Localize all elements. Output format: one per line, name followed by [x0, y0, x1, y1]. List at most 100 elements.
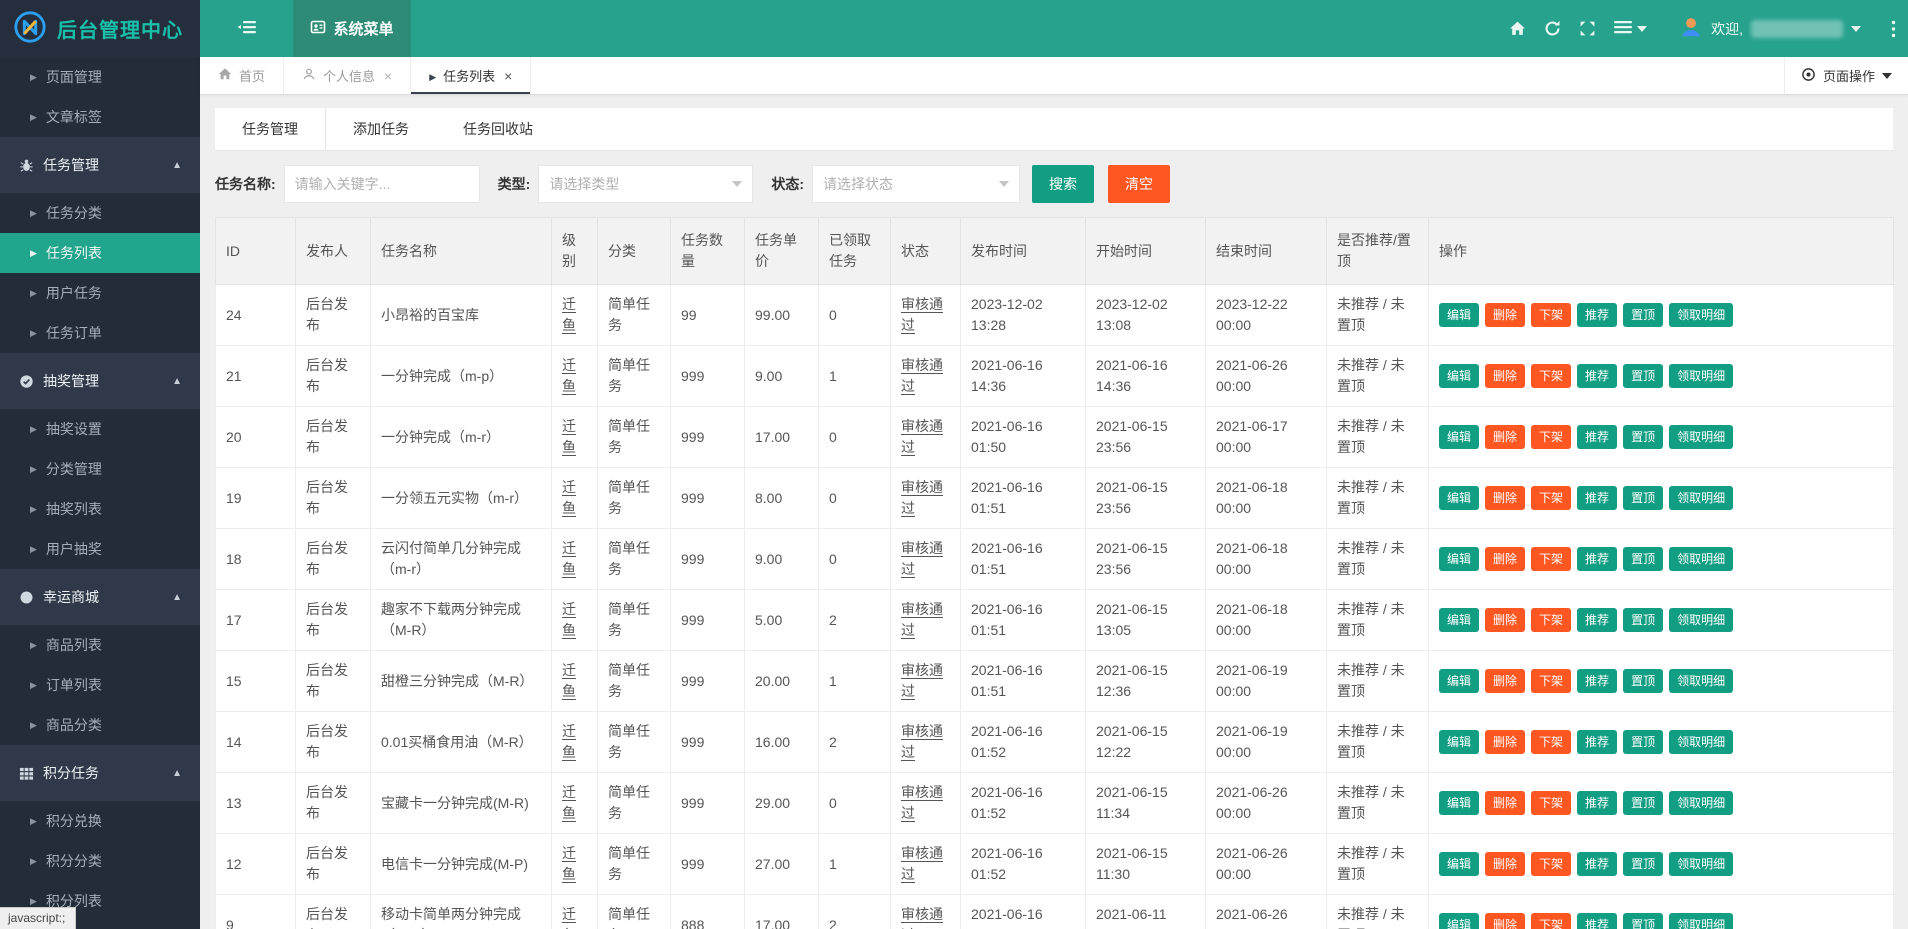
action-button[interactable]: 删除 [1485, 730, 1525, 754]
breadcrumb-tab[interactable]: 首页 [200, 57, 284, 94]
cell-status[interactable]: 审核通过 [891, 773, 961, 834]
cell-status[interactable]: 审核通过 [891, 895, 961, 929]
cell-status[interactable]: 审核通过 [891, 346, 961, 407]
action-button[interactable]: 编辑 [1439, 852, 1479, 876]
action-button[interactable]: 编辑 [1439, 608, 1479, 632]
action-button[interactable]: 编辑 [1439, 425, 1479, 449]
fullscreen-icon[interactable] [1579, 20, 1596, 37]
sidebar-item[interactable]: ▶抽奖设置 [0, 409, 200, 449]
cell-status[interactable]: 审核通过 [891, 468, 961, 529]
sidebar-item-active[interactable]: ▶任务列表 [0, 233, 200, 273]
action-button[interactable]: 置顶 [1623, 791, 1663, 815]
action-button[interactable]: 编辑 [1439, 547, 1479, 571]
action-button[interactable]: 删除 [1485, 852, 1525, 876]
cell-level[interactable]: 迁鱼 [552, 712, 598, 773]
action-button[interactable]: 置顶 [1623, 730, 1663, 754]
action-button[interactable]: 删除 [1485, 486, 1525, 510]
home-icon[interactable] [1509, 20, 1526, 37]
sidebar-group-header[interactable]: 抽奖管理▲ [0, 353, 200, 409]
action-button[interactable]: 删除 [1485, 608, 1525, 632]
action-button[interactable]: 编辑 [1439, 913, 1479, 929]
sidebar-item[interactable]: ▶商品列表 [0, 625, 200, 665]
action-button[interactable]: 领取明细 [1669, 669, 1733, 693]
close-icon[interactable]: × [384, 68, 392, 84]
cell-level[interactable]: 迁鱼 [552, 407, 598, 468]
cell-level[interactable]: 迁鱼 [552, 285, 598, 346]
sidebar-collapse-button[interactable] [200, 0, 293, 57]
action-button[interactable]: 置顶 [1623, 486, 1663, 510]
sidebar-item[interactable]: ▶文章标签 [0, 97, 200, 137]
action-button[interactable]: 推荐 [1577, 913, 1617, 929]
cell-level[interactable]: 迁鱼 [552, 529, 598, 590]
action-button[interactable]: 领取明细 [1669, 791, 1733, 815]
refresh-icon[interactable] [1544, 20, 1561, 37]
action-button[interactable]: 领取明细 [1669, 425, 1733, 449]
sidebar-item[interactable]: ▶抽奖列表 [0, 489, 200, 529]
sidebar-item[interactable]: ▶订单列表 [0, 665, 200, 705]
action-button[interactable]: 下架 [1531, 303, 1571, 327]
sidebar-item[interactable]: ▶任务订单 [0, 313, 200, 353]
sidebar-group-header[interactable]: 任务管理▲ [0, 137, 200, 193]
action-button[interactable]: 置顶 [1623, 547, 1663, 571]
content-tab[interactable]: 任务回收站 [436, 108, 560, 150]
action-button[interactable]: 推荐 [1577, 791, 1617, 815]
action-button[interactable]: 下架 [1531, 364, 1571, 388]
action-button[interactable]: 置顶 [1623, 303, 1663, 327]
action-button[interactable]: 置顶 [1623, 669, 1663, 693]
action-button[interactable]: 删除 [1485, 913, 1525, 929]
page-operations-dropdown[interactable]: 页面操作 [1784, 57, 1908, 94]
cell-status[interactable]: 审核通过 [891, 590, 961, 651]
action-button[interactable]: 领取明细 [1669, 730, 1733, 754]
action-button[interactable]: 置顶 [1623, 608, 1663, 632]
action-button[interactable]: 推荐 [1577, 364, 1617, 388]
action-button[interactable]: 推荐 [1577, 669, 1617, 693]
cell-status[interactable]: 审核通过 [891, 407, 961, 468]
action-button[interactable]: 下架 [1531, 547, 1571, 571]
action-button[interactable]: 删除 [1485, 425, 1525, 449]
action-button[interactable]: 删除 [1485, 669, 1525, 693]
cell-status[interactable]: 审核通过 [891, 712, 961, 773]
breadcrumb-tab[interactable]: 个人信息× [284, 57, 411, 94]
sidebar-item[interactable]: ▶页面管理 [0, 57, 200, 97]
action-button[interactable]: 下架 [1531, 913, 1571, 929]
cell-status[interactable]: 审核通过 [891, 529, 961, 590]
action-button[interactable]: 领取明细 [1669, 303, 1733, 327]
cell-level[interactable]: 迁鱼 [552, 590, 598, 651]
action-button[interactable]: 下架 [1531, 486, 1571, 510]
action-button[interactable]: 领取明细 [1669, 486, 1733, 510]
action-button[interactable]: 删除 [1485, 547, 1525, 571]
sidebar-item[interactable]: ▶用户任务 [0, 273, 200, 313]
user-menu[interactable]: 欢迎, [1679, 15, 1861, 42]
sidebar-item[interactable]: ▶任务分类 [0, 193, 200, 233]
action-button[interactable]: 删除 [1485, 303, 1525, 327]
action-button[interactable]: 下架 [1531, 791, 1571, 815]
topbar-tab-system-menu[interactable]: 系统菜单 [293, 0, 411, 57]
sidebar-item[interactable]: ▶积分兑换 [0, 801, 200, 841]
action-button[interactable]: 推荐 [1577, 425, 1617, 449]
type-select[interactable]: 请选择类型 [538, 165, 753, 203]
action-button[interactable]: 领取明细 [1669, 547, 1733, 571]
action-button[interactable]: 推荐 [1577, 303, 1617, 327]
action-button[interactable]: 领取明细 [1669, 913, 1733, 929]
action-button[interactable]: 置顶 [1623, 425, 1663, 449]
action-button[interactable]: 推荐 [1577, 547, 1617, 571]
sidebar-group-header[interactable]: 积分任务▲ [0, 745, 200, 801]
sidebar-item[interactable]: ▶分类管理 [0, 449, 200, 489]
breadcrumb-tab[interactable]: ▶任务列表× [411, 57, 531, 94]
action-button[interactable]: 下架 [1531, 608, 1571, 632]
action-button[interactable]: 领取明细 [1669, 608, 1733, 632]
action-button[interactable]: 下架 [1531, 425, 1571, 449]
action-button[interactable]: 推荐 [1577, 608, 1617, 632]
content-tab[interactable]: 任务管理 [215, 108, 326, 150]
action-button[interactable]: 删除 [1485, 364, 1525, 388]
action-button[interactable]: 编辑 [1439, 730, 1479, 754]
topbar-menu-dropdown[interactable] [1614, 20, 1647, 37]
more-options-icon[interactable] [1885, 20, 1902, 37]
content-tab[interactable]: 添加任务 [326, 108, 436, 150]
cell-status[interactable]: 审核通过 [891, 651, 961, 712]
action-button[interactable]: 删除 [1485, 791, 1525, 815]
action-button[interactable]: 下架 [1531, 852, 1571, 876]
cell-level[interactable]: 迁鱼 [552, 895, 598, 929]
sidebar-group-header[interactable]: 幸运商城▲ [0, 569, 200, 625]
sidebar-item[interactable]: ▶积分分类 [0, 841, 200, 881]
